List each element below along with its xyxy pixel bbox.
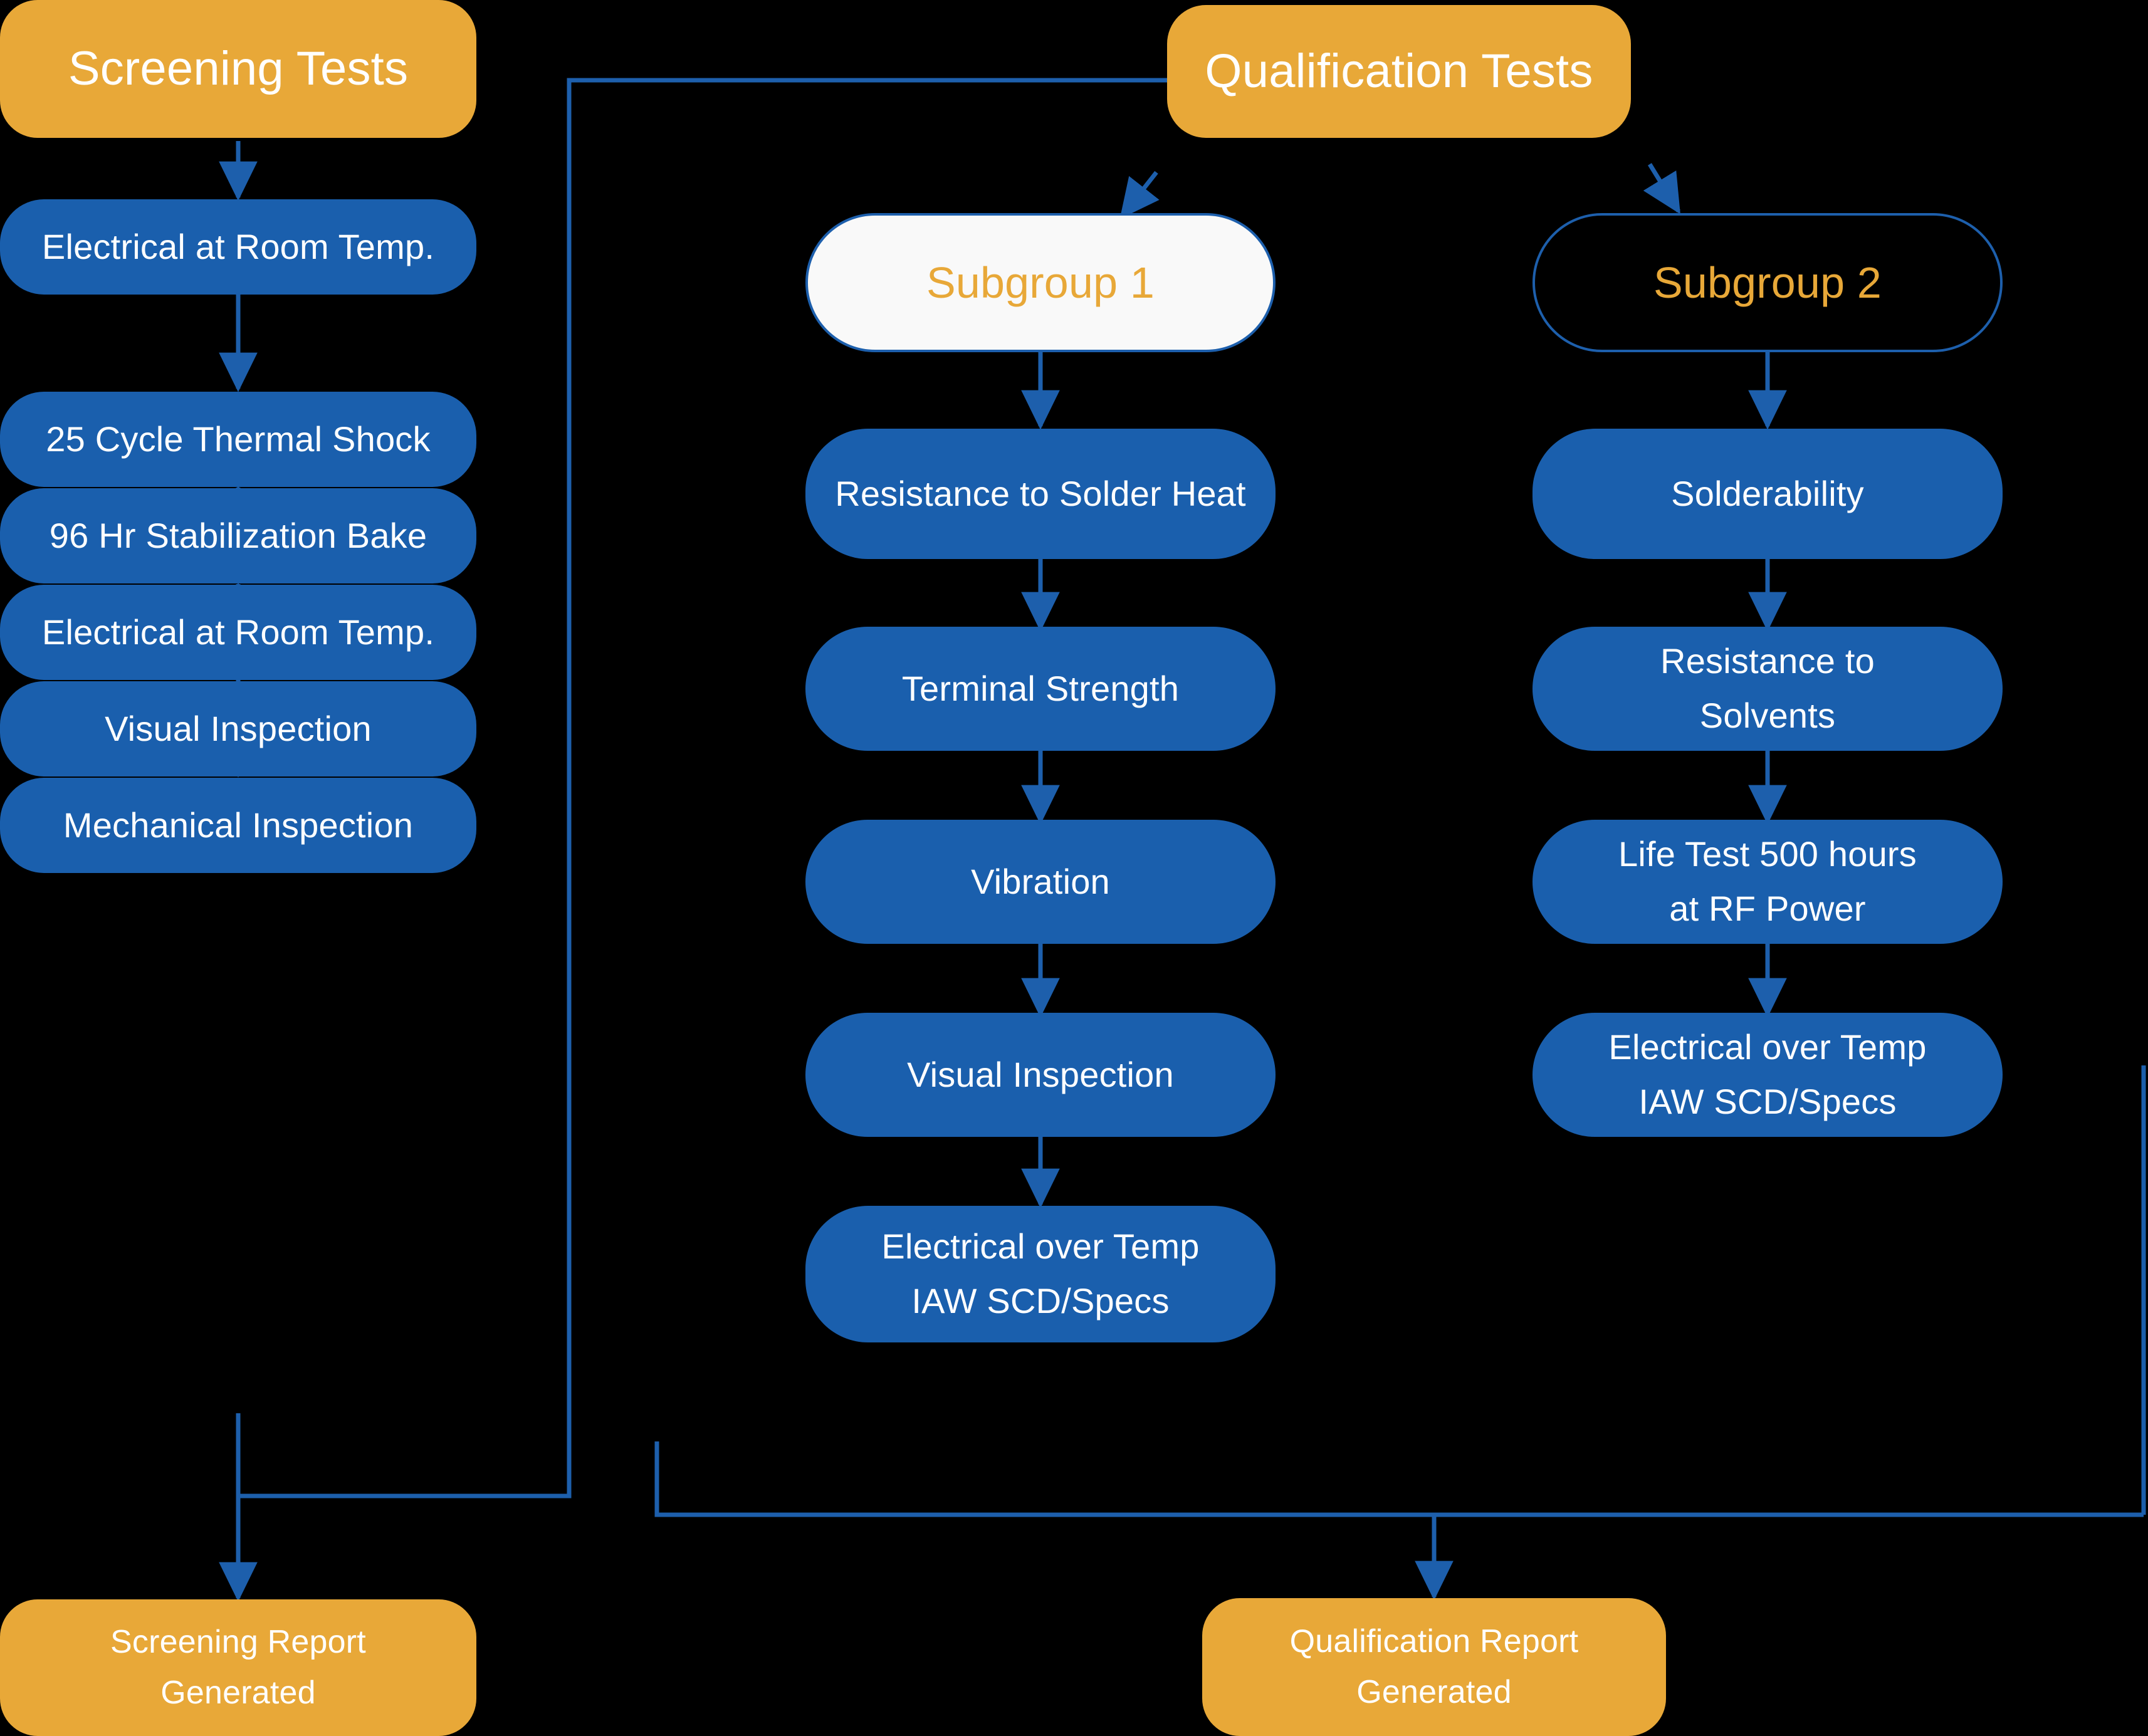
screening-report-line1: Screening Report xyxy=(110,1624,366,1661)
step-line1: Visual Inspection xyxy=(907,1054,1174,1094)
node-screening-tests[interactable]: Screening Tests xyxy=(0,0,476,138)
node-subgroup-1[interactable]: Subgroup 1 xyxy=(805,213,1276,352)
node-qualification-report[interactable]: Qualification Report Generated xyxy=(1202,1598,1666,1736)
step-label: 96 Hr Stabilization Bake xyxy=(49,515,427,555)
step-label: Visual Inspection xyxy=(105,708,372,748)
step-label: Mechanical Inspection xyxy=(63,805,414,845)
node-screening-step-2[interactable]: 25 Cycle Thermal Shock xyxy=(0,392,476,487)
step-line2: Solvents xyxy=(1699,696,1836,735)
qualification-report-line2: Generated xyxy=(1356,1674,1512,1710)
step-line2: at RF Power xyxy=(1669,889,1866,928)
wire-qual-to-subgroup2 xyxy=(1643,163,1680,214)
qualification-report-line1: Qualification Report xyxy=(1289,1623,1579,1660)
node-subgroup1-step-5[interactable]: Electrical over Temp IAW SCD/Specs xyxy=(805,1206,1276,1342)
node-subgroup2-step-2[interactable]: Resistance to Solvents xyxy=(1532,627,2003,751)
step-line1: Resistance to Solder Heat xyxy=(835,473,1246,513)
node-subgroup2-step-4[interactable]: Electrical over Temp IAW SCD/Specs xyxy=(1532,1013,2003,1137)
step-line1: Electrical over Temp xyxy=(1608,1027,1927,1067)
step-line1: Resistance to xyxy=(1660,641,1875,681)
step-line2: IAW SCD/Specs xyxy=(911,1281,1170,1320)
step-line1: Electrical over Temp xyxy=(881,1226,1200,1267)
flowchart-canvas: Screening Tests Electrical at Room Temp.… xyxy=(0,0,2148,1736)
screening-tests-label: Screening Tests xyxy=(68,42,409,96)
node-subgroup1-step-2[interactable]: Terminal Strength xyxy=(805,627,1276,751)
node-screening-step-5[interactable]: Visual Inspection xyxy=(0,681,476,776)
qualification-tests-label: Qualification Tests xyxy=(1205,44,1593,98)
subgroup-1-label: Subgroup 1 xyxy=(926,258,1155,307)
node-qualification-tests[interactable]: Qualification Tests xyxy=(1167,5,1631,138)
node-screening-step-6[interactable]: Mechanical Inspection xyxy=(0,778,476,873)
node-screening-step-1[interactable]: Electrical at Room Temp. xyxy=(0,199,476,295)
node-subgroup2-step-1[interactable]: Solderability xyxy=(1532,429,2003,559)
node-subgroup1-step-4[interactable]: Visual Inspection xyxy=(805,1013,1276,1137)
node-subgroup-2[interactable]: Subgroup 2 xyxy=(1532,213,2003,352)
step-label: Electrical at Room Temp. xyxy=(41,226,435,266)
node-subgroup1-step-3[interactable]: Vibration xyxy=(805,820,1276,944)
wire-qual-to-subgroup1 xyxy=(1119,170,1160,219)
wire-bottom-collector xyxy=(654,1441,2144,1517)
step-line1: Vibration xyxy=(971,861,1110,901)
step-label: 25 Cycle Thermal Shock xyxy=(46,419,431,459)
node-screening-step-3[interactable]: 96 Hr Stabilization Bake xyxy=(0,488,476,583)
step-line2: IAW SCD/Specs xyxy=(1638,1082,1897,1121)
node-subgroup1-step-1[interactable]: Resistance to Solder Heat xyxy=(805,429,1276,559)
node-screening-step-4[interactable]: Electrical at Room Temp. xyxy=(0,585,476,680)
step-line1: Life Test 500 hours xyxy=(1618,834,1917,874)
node-screening-report[interactable]: Screening Report Generated xyxy=(0,1599,476,1736)
step-label: Electrical at Room Temp. xyxy=(41,612,435,652)
step-line1: Terminal Strength xyxy=(901,668,1180,708)
step-line1: Solderability xyxy=(1671,473,1864,513)
screening-report-line2: Generated xyxy=(160,1675,316,1711)
subgroup-2-label: Subgroup 2 xyxy=(1653,258,1882,307)
node-subgroup2-step-3[interactable]: Life Test 500 hours at RF Power xyxy=(1532,820,2003,944)
